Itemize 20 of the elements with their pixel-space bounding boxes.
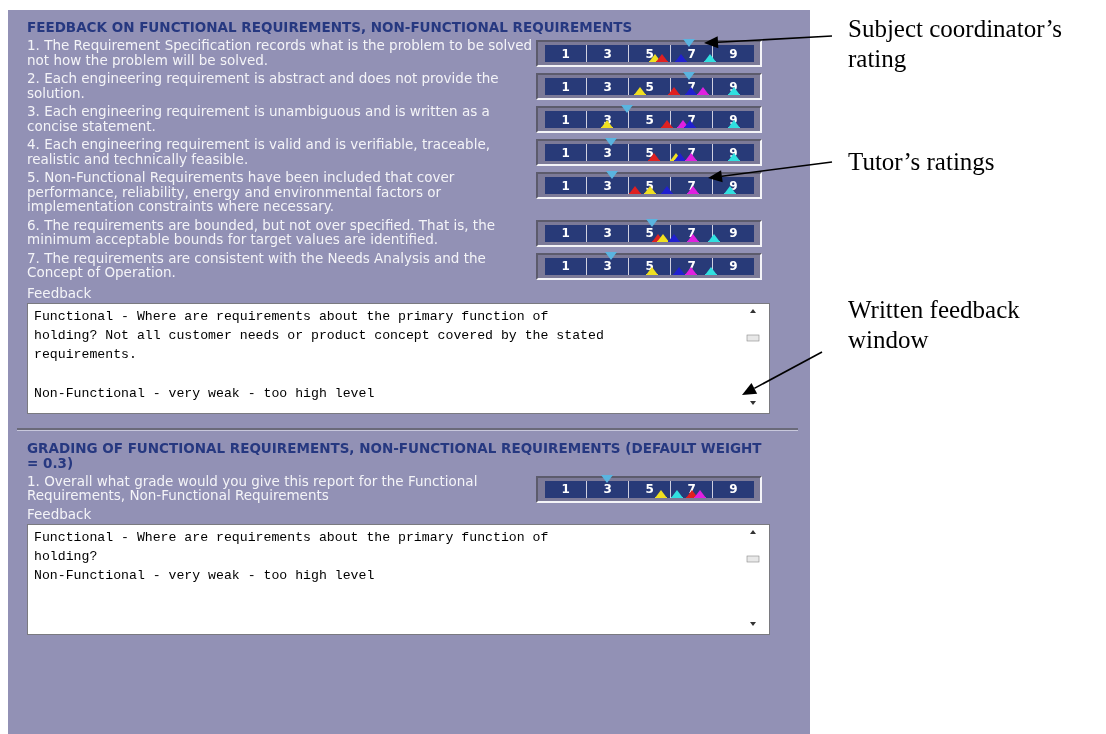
criterion-text: 2. Each engineering requirement is abstract and does not provide the solution. [27,71,500,100]
criterion-text: 4. Each engineering requirement is valid and is verifiable, traceable, realistic and technically feasible. [27,137,491,166]
annotation-label: Written feedback window [848,295,1021,355]
section-heading: FEEDBACK ON FUNCTIONAL REQUIREMENTS, NON-FUNCTIONAL REQUIREMENTS [27,20,634,35]
feedback-field[interactable]: Functional - Where are requirements about the primary function of holding? Not all customer needs or product concept covered by the stated requirements. Non-Functional - very weak - too high level [27,302,770,414]
rating-scale[interactable]: 1 3 5 7 9 [536,219,762,247]
feedback-field[interactable]: Functional - Where are requirements about the primary function of holding? Non-Functional - very weak - too high level [27,523,770,635]
criterion-text: 5. Non-Functional Requirements have been included that cover performance, reliability, energy and environmental factors or implementation constraints where necessary. [27,170,456,214]
rating-scale[interactable]: 1 3 5 7 9 [536,475,762,503]
annotation-label: Subject coordinator’s rating [848,14,1064,74]
rating-scale[interactable]: 1 3 5 7 9 [536,40,762,67]
feedback-label: Feedback [27,285,93,301]
criterion-text: 7. The requirements are consistent with the Needs Analysis and the Concept of Operation. [27,250,487,280]
criterion-text: 3. Each engineering requirement is unambiguous and is written as a concise statement. [27,104,491,133]
annotation-label: Tutor’s ratings [848,147,996,177]
section-heading: GRADING OF FUNCTIONAL REQUIREMENTS, NON-FUNCTIONAL REQUIREMENTS (DEFAULT WEIGHT = 0.3) [27,440,763,471]
criterion-text: 1. Overall what grade would you give this report for the Functional Requirements, Non-Functional Requirements [27,473,479,503]
feedback-label: Feedback [27,506,93,522]
criterion-text: 6. The requirements are bounded, but not over specified. That is, the minimum acceptable bounds for target values are identified. [27,217,497,247]
criterion-text: 1. The Requirement Specification records what is the problem to be solved not how the problem will be solved. [27,38,534,67]
